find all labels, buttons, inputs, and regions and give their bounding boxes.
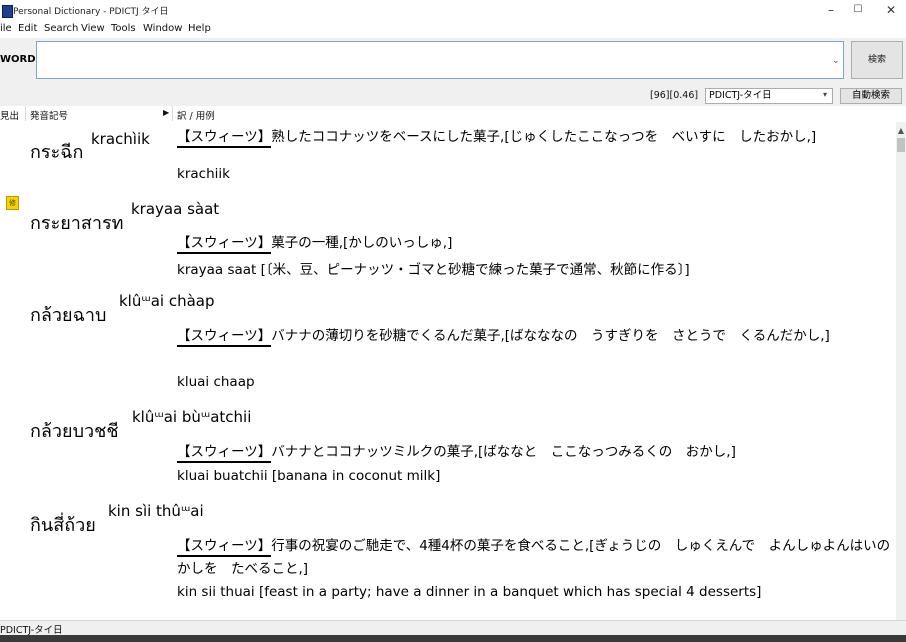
menu-window[interactable]: Window [143,23,182,34]
menu-help[interactable]: Help [188,23,211,34]
results-pane[interactable]: 修 กระฉีก krachìik 【スウィーツ】熟したココナッツをベースにした… [0,122,896,620]
col-resize-arrow-icon: ▶ [163,108,170,117]
search-input[interactable] [36,41,844,79]
app-icon [2,5,13,18]
entry-romanization: krayaa saat [〔米、豆、ピーナッツ・ゴマと砂糖で練った菓子で通常、秋… [177,262,690,278]
entry-translation: 【スウィーツ】バナナの薄切りを砂糖でくるんだ菓子,[ばなななの うすぎりを さと… [177,325,895,348]
minimize-button[interactable]: – [816,0,846,22]
window-title: Personal Dictionary - PDICTJ タイ日 [13,7,169,17]
entry-romanization: krachiik [177,166,230,182]
close-button[interactable]: ✕ [876,0,906,22]
col-pronunciation[interactable]: 発音記号 [30,108,68,122]
status-dictionary: PDICTJ-タイ日 [0,625,63,636]
scroll-thumb[interactable] [897,138,905,152]
entry-headword: กล้วยฉาบ [30,305,107,326]
taskbar-strip [0,635,906,642]
dictionary-chevron-icon[interactable]: ▾ [823,90,827,99]
category-tag: 【スウィーツ】 [177,235,272,254]
entry-headword: กระฉีก [30,142,84,163]
column-divider[interactable] [172,106,173,121]
menu-bar: ile Edit Search View Tools Window Help [0,22,906,38]
col-translation[interactable]: 訳 / 用例 [177,108,215,122]
column-divider[interactable] [25,106,26,121]
maximize-button[interactable]: ☐ [843,0,873,22]
hit-counter: [96][0.46] [650,90,699,101]
entry-pronunciation: krachìik [91,130,150,148]
search-toolbar: WORD ⌄ 検索 [0,38,906,86]
menu-view[interactable]: View [81,23,105,34]
entry-pronunciation: kin sìi thûᵚai [108,502,204,520]
category-tag: 【スウィーツ】 [177,129,272,148]
category-tag: 【スウィーツ】 [177,328,272,347]
title-bar: Personal Dictionary - PDICTJ タイ日 – ☐ ✕ [0,0,906,22]
entry-headword: กระยาสารท [30,213,124,234]
chevron-down-icon[interactable]: ⌄ [832,56,840,66]
auto-search-button[interactable]: 自動検索 [840,88,902,104]
col-word[interactable]: 見出 [0,108,19,122]
menu-file[interactable]: ile [0,23,12,34]
entry-pronunciation: krayaa sàat [131,200,220,218]
column-header: 見出 発音記号 ▶ 訳 / 用例 [0,106,906,123]
entry-translation: 【スウィーツ】菓子の一種,[かしのいっしゅ,] [177,232,895,255]
status-bar: PDICTJ-タイ日 [0,620,906,636]
entry-translation: 【スウィーツ】行事の祝宴のご馳走で、4種4杯の菓子を食べること,[ぎょうじの し… [177,538,896,577]
vertical-scrollbar[interactable]: ▲ [896,122,906,620]
category-tag: 【スウィーツ】 [177,538,272,557]
word-label: WORD [0,54,36,65]
entry-headword: กินสี่ถ้วย [30,515,96,536]
scroll-up-icon[interactable]: ▲ [896,126,906,135]
category-tag: 【スウィーツ】 [177,444,272,463]
menu-tools[interactable]: Tools [111,23,136,34]
entry-romanization: kin sii thuai [feast in a party; have a … [177,584,762,600]
entry-romanization: kluai buatchii [banana in coconut milk] [177,468,441,484]
search-button[interactable]: 検索 [851,41,903,79]
entry-romanization: kluai chaap [177,374,255,390]
dictionary-select[interactable]: PDICTJ-タイ日 [705,88,833,104]
entry-pronunciation: klûᵚai bùᵚatchii [132,408,252,426]
menu-edit[interactable]: Edit [18,23,37,34]
entry-headword: กล้วยบวชชี [30,421,119,442]
entry-translation: 【スウィーツ】バナナとココナッツミルクの菓子,[ばななと ここなっつみるくの お… [177,441,895,464]
bookmark-icon[interactable]: 修 [6,196,19,210]
entry-pronunciation: klûᵚai chàap [119,292,215,310]
entry-translation: 【スウィーツ】熟したココナッツをベースにした菓子,[じゅくしたここなっつを べい… [177,126,895,149]
menu-search[interactable]: Search [44,23,78,34]
dictionary-row: [96][0.46] PDICTJ-タイ日 ▾ 自動検索 [0,86,906,106]
